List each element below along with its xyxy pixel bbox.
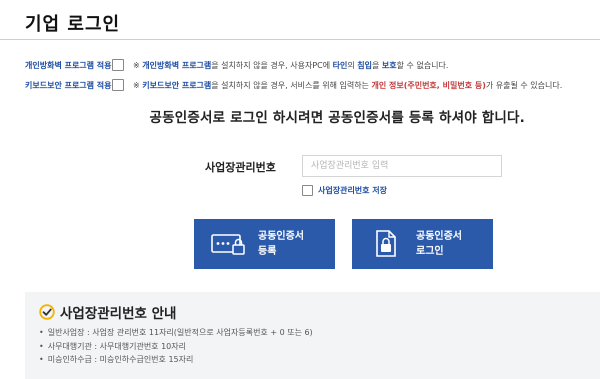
guide-item: 미승인하수급 : 미승인하수급인번호 15자리 xyxy=(39,353,313,367)
option-firewall-notice: ※ 개인방화벽 프로그램을 설치하지 않을 경우, 사용자PC에 타인의 침입을… xyxy=(133,60,448,71)
guide-title-text: 사업장관리번호 안내 xyxy=(60,306,177,322)
option-firewall-label: 개인방화벽 프로그램 적용 xyxy=(25,60,112,70)
guide-item: 사무대행기관 : 사무대행기관번호 10자리 xyxy=(39,340,313,354)
notice-segment: 을 설치하지 않을 경우, 사용자PC에 xyxy=(211,60,333,70)
notice-segment: 침입 xyxy=(357,60,373,70)
title-divider xyxy=(0,39,600,40)
notice-segment: 을 설치하지 않을 경우, 서비스를 위해 입력하는 xyxy=(211,80,372,90)
guide-item: 일반사업장 : 사업장 관리번호 11자리(일반적으로 사업자등록번호 + 0 … xyxy=(39,326,313,340)
save-number-label: 사업장관리번호 저장 xyxy=(318,186,388,195)
notice-segment: 을 xyxy=(372,60,382,70)
notice-segment: 의 xyxy=(347,60,358,70)
option-keyboard-checkbox[interactable] xyxy=(112,79,124,91)
check-circle-icon xyxy=(39,304,55,320)
guide-title: 사업장관리번호 안내 xyxy=(39,302,176,322)
page-title: 기업 로그인 xyxy=(25,14,121,35)
notice-segment: 가 유출될 수 있습니다. xyxy=(485,80,563,90)
option-firewall-row: 개인방화벽 프로그램 적용 ※ 개인방화벽 프로그램을 설치하지 않을 경우, … xyxy=(25,58,448,72)
option-keyboard-notice: ※ 키보드보안 프로그램을 설치하지 않을 경우, 서비스를 위해 입력하는 개… xyxy=(133,80,562,91)
notice-segment: 타인 xyxy=(332,60,348,70)
business-number-guide: 사업장관리번호 안내 일반사업장 : 사업장 관리번호 11자리(일반적으로 사… xyxy=(25,292,600,379)
notice-segment: 개인방화벽 프로그램 xyxy=(142,60,212,70)
login-button-line1: 공동인증서 xyxy=(416,231,462,242)
notice-segment: ※ xyxy=(133,80,143,90)
login-button-text: 공동인증서 로그인 xyxy=(416,229,462,259)
option-firewall-checkbox[interactable] xyxy=(112,59,124,71)
option-keyboard-row: 키보드보안 프로그램 적용 ※ 키보드보안 프로그램을 설치하지 않을 경우, … xyxy=(25,78,562,92)
login-certificate-button[interactable]: 공동인증서 로그인 xyxy=(352,219,493,269)
register-certificate-button[interactable]: 공동인증서 등록 xyxy=(194,219,335,269)
business-number-input[interactable] xyxy=(302,155,502,177)
business-number-label: 사업장관리번호 xyxy=(205,161,276,174)
notice-segment: 할 수 없습니다. xyxy=(396,60,449,70)
certificate-lock-icon xyxy=(366,230,406,258)
notice-segment: ※ xyxy=(133,60,143,70)
certificate-password-icon xyxy=(208,232,248,256)
notice-segment: 키보드보안 프로그램 xyxy=(142,80,212,90)
save-number-checkbox[interactable] xyxy=(302,185,313,196)
certificate-headline: 공동인증서로 로그인 하시려면 공동인증서를 등록 하셔야 합니다. xyxy=(149,110,525,126)
guide-list: 일반사업장 : 사업장 관리번호 11자리(일반적으로 사업자등록번호 + 0 … xyxy=(39,326,313,367)
notice-segment: 개인 정보(주민번호, 비밀번호 등) xyxy=(371,80,486,90)
login-button-line2: 로그인 xyxy=(416,246,444,257)
register-button-line1: 공동인증서 xyxy=(258,231,304,242)
option-keyboard-label: 키보드보안 프로그램 적용 xyxy=(25,80,112,90)
register-button-text: 공동인증서 등록 xyxy=(258,229,304,259)
notice-segment: 보호 xyxy=(381,60,397,70)
save-number-row[interactable]: 사업장관리번호 저장 xyxy=(302,185,387,196)
register-button-line2: 등록 xyxy=(258,246,277,257)
